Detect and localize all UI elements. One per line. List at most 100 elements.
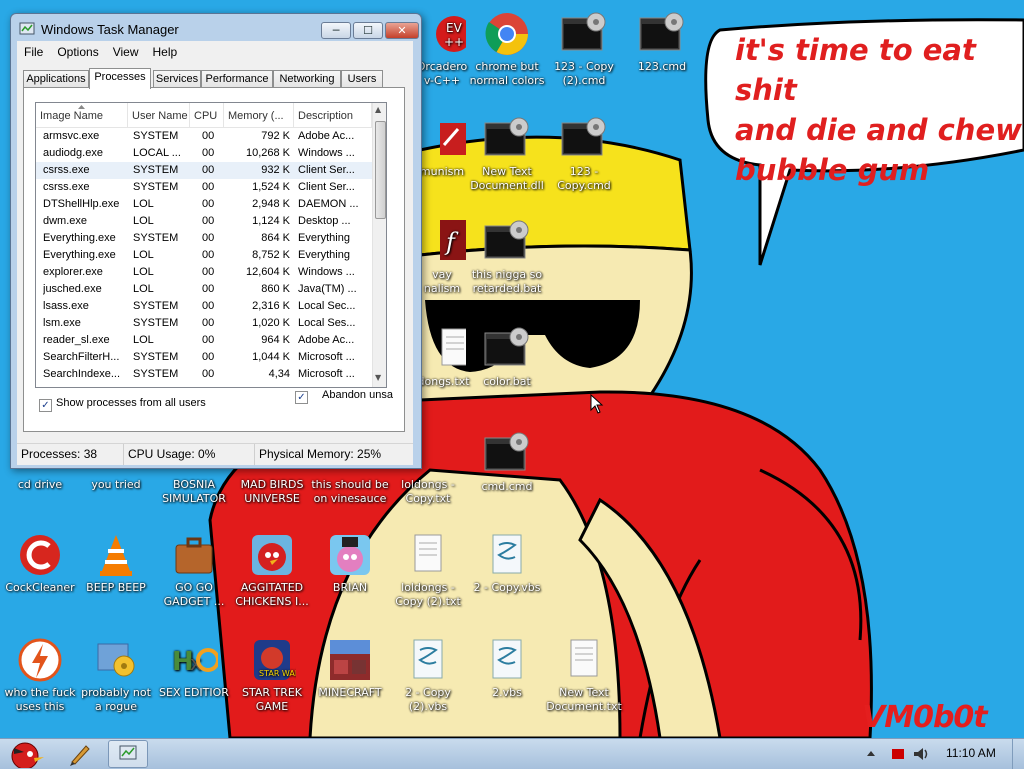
process-row[interactable]: SearchFilterH... SYSTEM 00 1,044 K Microsoft… (36, 349, 372, 366)
desktop-icon-newtext-dll[interactable]: New Text Document.dll (465, 115, 549, 193)
desktop-icon-2-vbs[interactable]: 2.vbs (465, 636, 549, 700)
process-row[interactable]: Everything.exe SYSTEM 00 864 K Everything (36, 230, 372, 247)
process-list-scrollbar[interactable]: ▲ ▼ (372, 103, 386, 387)
process-cell-desc: Windows ... (298, 147, 355, 159)
desktop-icon-ccleaner[interactable]: CockCleaner (0, 531, 82, 595)
start-button[interactable] (2, 740, 48, 770)
desktop-icon-2-copy-vbs[interactable]: 2 - Copy.vbs (465, 531, 549, 595)
flash-orange-icon (16, 636, 64, 684)
desktop-icon-label: SEX EDITIOR (159, 686, 229, 699)
desktop-icon-cd-drive[interactable]: cd drive (0, 478, 82, 492)
show-desktop-button[interactable] (1012, 739, 1024, 769)
system-clock[interactable]: 11:10 AM (946, 746, 996, 760)
desktop-icon-color-bat[interactable]: color.bat (465, 325, 549, 389)
minimize-button[interactable]: ─ (321, 22, 351, 39)
process-cell-user: LOL (133, 283, 154, 295)
desktop-icon-bosnia[interactable]: BOSNIA SIMULATOR (152, 478, 236, 506)
hxd-icon: Hx (170, 636, 220, 684)
process-row[interactable]: reader_sl.exe LOL 00 964 K Adobe Ac... (36, 332, 372, 349)
process-row[interactable]: jusched.exe LOL 00 860 K Java(TM) ... (36, 281, 372, 298)
scroll-down-arrow-icon[interactable]: ▼ (375, 373, 381, 382)
window-title: Windows Task Manager (41, 22, 179, 37)
desktop-icon-gogo[interactable]: GO GO GADGET ... (152, 531, 236, 609)
process-cell-name: armsvc.exe (43, 130, 100, 142)
process-cell-name: csrss.exe (43, 164, 90, 176)
process-row[interactable]: Everything.exe LOL 00 8,752 K Everything (36, 247, 372, 264)
process-cell-cpu: 00 (202, 351, 215, 363)
process-row[interactable]: lsm.exe SYSTEM 00 1,020 K Local Ses... (36, 315, 372, 332)
tab-performance[interactable]: Performance (201, 70, 273, 88)
tab-applications[interactable]: Applications (23, 70, 89, 88)
process-row[interactable]: DTShellHlp.exe LOL 00 2,948 K DAEMON ... (36, 196, 372, 213)
desktop[interactable]: it's time to eat shit and die and chew b… (0, 0, 1024, 738)
taskbar-pinned-app[interactable] (62, 740, 98, 768)
process-cell-user: SYSTEM (133, 232, 179, 244)
desktop-icon-mad-birds[interactable]: MAD BIRDS UNIVERSE (230, 478, 314, 506)
desktop-icon-brian[interactable]: BRIAN (308, 531, 392, 595)
column-description[interactable]: Description (294, 103, 372, 127)
volume-icon[interactable] (912, 745, 932, 763)
column-memory[interactable]: Memory (... (224, 103, 294, 127)
desktop-icon-123-copy2[interactable]: 123 - Copy (2).cmd (542, 10, 626, 88)
signature-text: VM0b0t (862, 700, 988, 735)
process-row[interactable]: lsass.exe SYSTEM 00 2,316 K Local Sec... (36, 298, 372, 315)
show-hidden-icons-icon[interactable] (866, 748, 876, 758)
scroll-thumb[interactable] (375, 121, 386, 219)
column-cpu[interactable]: CPU (190, 103, 224, 127)
process-row[interactable]: armsvc.exe SYSTEM 00 792 K Adobe Ac... (36, 128, 372, 145)
process-cell-cpu: 00 (202, 300, 215, 312)
desktop-icon-minecraft[interactable]: MINECRAFT (308, 636, 392, 700)
menu-options[interactable]: Options (50, 42, 105, 59)
tab-users[interactable]: Users (341, 70, 383, 88)
desktop-icon-vinesauce[interactable]: this should be on vinesauce (308, 478, 392, 506)
process-row[interactable]: audiodg.exe LOCAL ... 00 10,268 K Windows ..… (36, 145, 372, 162)
starwars-icon: STAR WARS (248, 636, 306, 684)
desktop-icon-who-the[interactable]: who the fuck uses this (0, 636, 82, 714)
desktop-icon-beep[interactable]: BEEP BEEP (74, 531, 158, 595)
show-all-processes-checkbox[interactable]: ✓ Show processes from all users (39, 397, 206, 412)
process-row[interactable]: csrss.exe SYSTEM 00 1,524 K Client Ser... (36, 179, 372, 196)
menu-help[interactable]: Help (146, 42, 185, 59)
desktop-icon-newtext-txt[interactable]: New Text Document.txt (542, 636, 626, 714)
tab-processes[interactable]: Processes (89, 68, 151, 89)
app-icon (418, 115, 466, 163)
column-user-name[interactable]: User Name (128, 103, 190, 127)
process-cell-user: SYSTEM (133, 130, 179, 142)
desktop-icon-nigga-bat[interactable]: this nigga so retarded.bat (465, 218, 549, 296)
desktop-icon-rogue[interactable]: probably not a rogue (74, 636, 158, 714)
process-cell-cpu: 00 (202, 215, 215, 227)
process-cell-mem: 2,316 K (252, 300, 290, 312)
scroll-up-arrow-icon[interactable]: ▲ (375, 105, 381, 114)
desktop-icon-123-copy[interactable]: 123 - Copy.cmd (542, 115, 626, 193)
desktop-icon-label: loldongs - Copy.txt (401, 478, 455, 505)
maximize-button[interactable]: ☐ (353, 22, 383, 39)
process-list[interactable]: Image Name User Name CPU Memory (... Des… (35, 102, 387, 388)
column-label: Description (298, 110, 354, 122)
taskbar-task-manager-button[interactable] (108, 740, 148, 768)
title-bar[interactable]: Windows Task Manager ─ ☐ ✕ (17, 18, 419, 40)
desktop-icon-star-trek[interactable]: STAR WARS STAR TREK GAME (230, 636, 314, 714)
process-row[interactable]: csrss.exe SYSTEM 00 932 K Client Ser... (36, 162, 372, 179)
desktop-icon-agg-chickens[interactable]: AGGITATED CHICKENS I... (230, 531, 314, 609)
tab-networking[interactable]: Networking (273, 70, 341, 88)
process-row[interactable]: SearchIndexe... SYSTEM 00 4,34 Microsoft ... (36, 366, 372, 383)
desktop-icon-123[interactable]: 123.cmd (620, 10, 704, 74)
process-cell-mem: 8,752 K (252, 249, 290, 261)
process-cell-user: LOCAL ... (133, 147, 181, 159)
desktop-icon-you-tried[interactable]: you tried (74, 478, 158, 492)
task-manager-window[interactable]: Windows Task Manager ─ ☐ ✕ File Options Vi… (10, 13, 422, 469)
desktop-icon-cmd-cmd[interactable]: cmd.cmd (465, 430, 549, 494)
desktop-icon-loldongs-copy[interactable]: loldongs - Copy.txt (386, 478, 470, 506)
process-row[interactable]: explorer.exe LOL 00 12,604 K Windows ... (36, 264, 372, 281)
menu-view[interactable]: View (106, 42, 146, 59)
desktop-icon-2-copy2-vbs[interactable]: 2 - Copy (2).vbs (386, 636, 470, 714)
menu-file[interactable]: File (17, 42, 50, 59)
end-process-button[interactable]: ✓ Abandon unsa (295, 389, 413, 413)
desktop-icon-chrome[interactable]: chrome but normal colors (465, 10, 549, 88)
action-center-flag-icon[interactable] (890, 746, 906, 762)
process-row[interactable]: dwm.exe LOL 00 1,124 K Desktop ... (36, 213, 372, 230)
desktop-icon-sex-editor[interactable]: Hx SEX EDITIOR (152, 636, 236, 700)
desktop-icon-loldongs-copy2[interactable]: loldongs - Copy (2).txt (386, 531, 470, 609)
close-button[interactable]: ✕ (385, 22, 419, 39)
tab-services[interactable]: Services (153, 70, 201, 88)
